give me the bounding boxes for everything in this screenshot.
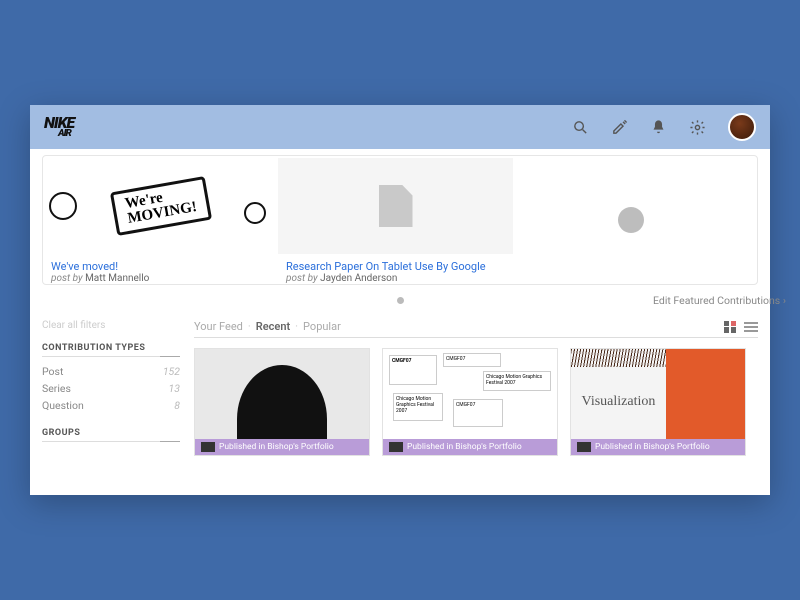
tab-your-feed[interactable]: Your Feed <box>194 320 243 333</box>
filter-series[interactable]: Series13 <box>42 380 180 397</box>
featured-item[interactable]: We're MOVING! We've moved! post by Matt … <box>43 156 278 284</box>
tab-popular[interactable]: Popular <box>303 320 341 333</box>
document-icon <box>379 185 413 227</box>
list-view-icon[interactable] <box>744 322 758 332</box>
sidebar-heading: GROUPS <box>42 428 180 442</box>
card-footer-text: Published in Bishop's Portfolio <box>407 442 522 452</box>
feed-card[interactable]: Published in Bishop's Portfolio <box>194 348 370 456</box>
pagination-dot[interactable] <box>397 297 404 304</box>
feed-card[interactable]: CMGF07 CMGF07 Chicago Motion Graphics Fe… <box>382 348 558 456</box>
filter-post[interactable]: Post152 <box>42 363 180 380</box>
carousel-pagination <box>42 285 758 310</box>
avatar[interactable] <box>728 113 756 141</box>
grid-view-icon[interactable] <box>724 321 736 333</box>
tab-recent[interactable]: Recent <box>256 320 290 333</box>
featured-item[interactable] <box>513 156 748 284</box>
featured-byline: post by Jayden Anderson <box>286 273 505 284</box>
compose-icon[interactable] <box>611 119 628 136</box>
clear-filters[interactable]: Clear all filters <box>42 320 180 331</box>
featured-carousel: We're MOVING! We've moved! post by Matt … <box>42 155 758 285</box>
bell-icon[interactable] <box>650 119 667 136</box>
card-footer-text: Published in Bishop's Portfolio <box>595 442 710 452</box>
featured-title: Research Paper On Tablet Use By Google <box>286 260 505 273</box>
feed-card[interactable]: Visualization Published in Bishop's Port… <box>570 348 746 456</box>
gear-icon[interactable] <box>689 119 706 136</box>
featured-title: We've moved! <box>51 260 270 273</box>
placeholder-icon <box>618 207 644 233</box>
card-footer-text: Published in Bishop's Portfolio <box>219 442 334 452</box>
logo: NIKE AIR <box>44 116 74 138</box>
search-icon[interactable] <box>572 119 589 136</box>
sidebar-heading: CONTRIBUTION TYPES <box>42 343 180 357</box>
featured-byline: post by Matt Mannello <box>51 273 270 284</box>
featured-item[interactable]: Research Paper On Tablet Use By Google p… <box>278 156 513 284</box>
filter-question[interactable]: Question8 <box>42 397 180 414</box>
edit-featured-link[interactable]: Edit Featured Contributions › <box>653 294 770 307</box>
